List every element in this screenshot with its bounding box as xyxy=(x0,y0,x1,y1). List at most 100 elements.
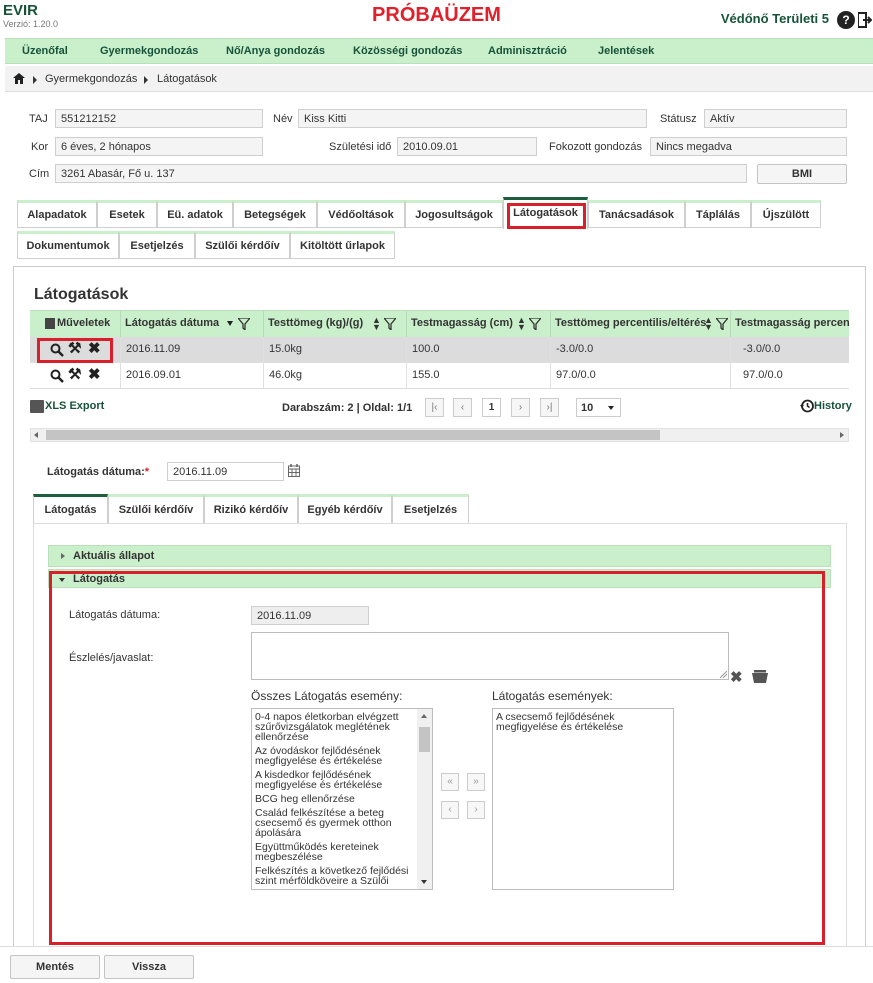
cell-date: 2016.11.09 xyxy=(121,337,264,363)
first-page-button[interactable]: |‹ xyxy=(425,398,444,417)
column-header-testtomeg[interactable]: Testtömeg (kg)/(g) ▲ ▼ xyxy=(264,311,407,338)
column-header-testmagassag-percentilis[interactable]: Testmagasság percentilis xyxy=(731,311,849,338)
help-icon[interactable]: ? xyxy=(837,11,855,29)
move-all-left-button[interactable]: « xyxy=(441,773,459,791)
tab-kitoltott-urlapok[interactable]: Kitöltött űrlapok xyxy=(290,231,395,259)
scrollbar-thumb[interactable] xyxy=(419,727,430,752)
tab-esetek[interactable]: Esetek xyxy=(97,200,157,228)
back-button[interactable]: Vissza xyxy=(104,955,194,979)
all-events-listbox[interactable]: 0-4 napos életkorban elvégzett szűrővizs… xyxy=(251,708,433,890)
menu-item-kozossegi-gondozas[interactable]: Közösségi gondozás xyxy=(353,45,462,57)
scrollbar-thumb[interactable] xyxy=(46,430,660,440)
edit-tools-icon[interactable]: ⚒ xyxy=(68,367,81,383)
filter-icon[interactable] xyxy=(716,318,728,330)
sort-icon[interactable]: ▲ ▼ xyxy=(704,316,713,332)
xls-export-link[interactable]: XLS Export xyxy=(45,400,104,412)
table-row[interactable]: ⚒ ✖ 2016.11.09 15.0kg 100.0 -3.0/0.0 -3.… xyxy=(30,337,849,363)
list-item[interactable]: Család felkészítése a beteg csecsemő és … xyxy=(252,808,417,839)
save-button[interactable]: Mentés xyxy=(10,955,100,979)
tab-szuloi-kerdoiv[interactable]: Szülői kérdőív xyxy=(195,231,290,259)
next-page-button[interactable]: › xyxy=(511,398,530,417)
visit-form-date-label: Látogatás dátuma: xyxy=(69,609,161,621)
calendar-icon[interactable] xyxy=(288,464,300,477)
subtab-riziko-kerdoiv[interactable]: Rizikó kérdőív xyxy=(204,494,298,524)
history-link[interactable]: History xyxy=(814,400,852,412)
cell-height: 155.0 xyxy=(407,363,551,389)
list-item[interactable]: Együttműködés kereteinek megbeszélése xyxy=(252,842,417,863)
column-header-testmagassag[interactable]: Testmagasság (cm) ▲ ▼ xyxy=(407,311,551,338)
resize-handle-icon[interactable] xyxy=(720,671,727,678)
filter-icon[interactable] xyxy=(384,318,396,330)
tab-alapadatok[interactable]: Alapadatok xyxy=(17,200,97,228)
logout-icon[interactable] xyxy=(857,11,873,29)
list-item[interactable]: Felkészítés a következő fejlődési szint … xyxy=(252,866,417,887)
breadcrumb-item-gyermekgondozas[interactable]: Gyermekgondozás xyxy=(45,73,137,85)
template-folder-icon[interactable] xyxy=(752,670,768,683)
move-right-button[interactable]: › xyxy=(467,801,485,819)
observation-textarea[interactable] xyxy=(251,632,729,680)
menu-item-uzenofal[interactable]: Üzenőfal xyxy=(22,45,68,57)
tab-betegsegek[interactable]: Betegségek xyxy=(233,200,317,228)
tab-ujszulott[interactable]: Újszülött xyxy=(751,200,821,228)
subtab-szuloi-kerdoiv[interactable]: Szülői kérdőív xyxy=(108,494,204,524)
list-item[interactable]: A csecsemő fejlődésének megfigyelése és … xyxy=(493,712,673,733)
tab-esetjelzes[interactable]: Esetjelzés xyxy=(119,231,195,259)
user-name[interactable]: Védőnő Területi 5 xyxy=(721,11,829,26)
horizontal-scrollbar[interactable] xyxy=(30,428,849,442)
menu-item-no-anya-gondozas[interactable]: Nő/Anya gondozás xyxy=(226,45,325,57)
chevron-right-icon xyxy=(144,76,148,84)
accordion-aktualis-allapot[interactable]: Aktuális állapot xyxy=(48,545,831,567)
sort-desc-icon[interactable] xyxy=(227,321,233,326)
scroll-right-icon[interactable] xyxy=(840,432,844,438)
list-item[interactable]: Az óvodáskor fejlődésének megfigyelése é… xyxy=(252,746,417,767)
breadcrumb-item-latogatasok: Látogatások xyxy=(157,73,217,85)
menu-item-jelentesek[interactable]: Jelentések xyxy=(598,45,654,57)
menu-item-gyermekgondozas[interactable]: Gyermekgondozás xyxy=(100,45,198,57)
tab-jogosultsagok[interactable]: Jogosultságok xyxy=(405,200,503,228)
prev-page-button[interactable]: ‹ xyxy=(453,398,472,417)
tab-taplalas[interactable]: Táplálás xyxy=(685,200,751,228)
move-left-button[interactable]: ‹ xyxy=(441,801,459,819)
tab-eu-adatok[interactable]: Eü. adatok xyxy=(157,200,233,228)
row-actions: ⚒ ✖ xyxy=(30,363,121,389)
visit-date-input[interactable]: 2016.11.09 xyxy=(167,462,284,481)
current-page[interactable]: 1 xyxy=(482,398,501,417)
history-icon[interactable] xyxy=(800,399,814,413)
tab-tanacsadasok[interactable]: Tanácsadások xyxy=(588,200,685,228)
selected-events-listbox[interactable]: A csecsemő fejlődésének megfigyelése és … xyxy=(492,708,674,890)
subtab-latogatas[interactable]: Látogatás xyxy=(33,494,108,524)
list-item[interactable]: A kisdedkor fejlődésének megfigyelése és… xyxy=(252,770,417,791)
statusz-field: Aktív xyxy=(704,109,847,128)
page-size-select[interactable]: 10 xyxy=(576,398,621,417)
list-item[interactable]: BCG heg ellenőrzése xyxy=(252,794,417,805)
search-icon[interactable] xyxy=(50,369,64,383)
menu-item-adminisztracio[interactable]: Adminisztráció xyxy=(488,45,567,57)
column-header-testtomeg-percentilis[interactable]: Testtömeg percentilis/eltérés ▲ ▼ xyxy=(551,311,731,338)
sort-icon[interactable]: ▲ ▼ xyxy=(372,316,381,332)
filter-icon[interactable] xyxy=(529,318,541,330)
bmi-button[interactable]: BMI xyxy=(757,164,847,184)
home-icon[interactable] xyxy=(13,73,25,84)
move-all-right-button[interactable]: » xyxy=(467,773,485,791)
list-item[interactable]: 0-4 napos életkorban elvégzett szűrővizs… xyxy=(252,712,417,743)
scroll-down-icon[interactable] xyxy=(421,880,427,884)
scroll-left-icon[interactable] xyxy=(34,432,38,438)
column-header-latogatas-datuma[interactable]: Látogatás dátuma xyxy=(121,311,264,338)
subtab-esetjelzes[interactable]: Esetjelzés xyxy=(392,494,469,524)
last-page-button[interactable]: ›| xyxy=(540,398,559,417)
delete-icon[interactable]: ✖ xyxy=(88,367,101,383)
subtab-egyeb-kerdoiv[interactable]: Egyéb kérdőív xyxy=(298,494,392,524)
szuletesi-ido-field: 2010.09.01 xyxy=(397,137,537,156)
filter-icon[interactable] xyxy=(238,318,250,330)
excel-icon[interactable] xyxy=(30,400,44,413)
breadcrumb: Gyermekgondozás Látogatások xyxy=(5,66,873,92)
clear-icon[interactable]: ✖ xyxy=(730,668,743,686)
table-row[interactable]: ⚒ ✖ 2016.09.01 46.0kg 155.0 97.0/0.0 97.… xyxy=(30,363,849,389)
listbox-scrollbar[interactable] xyxy=(417,709,432,889)
fokozott-gondozas-field: Nincs megadva xyxy=(650,137,847,156)
tab-vedooltasok[interactable]: Védőoltások xyxy=(317,200,405,228)
sort-icon[interactable]: ▲ ▼ xyxy=(517,316,526,332)
scroll-up-icon[interactable] xyxy=(421,714,427,718)
kor-label: Kor xyxy=(31,141,49,153)
tab-dokumentumok[interactable]: Dokumentumok xyxy=(17,231,119,259)
